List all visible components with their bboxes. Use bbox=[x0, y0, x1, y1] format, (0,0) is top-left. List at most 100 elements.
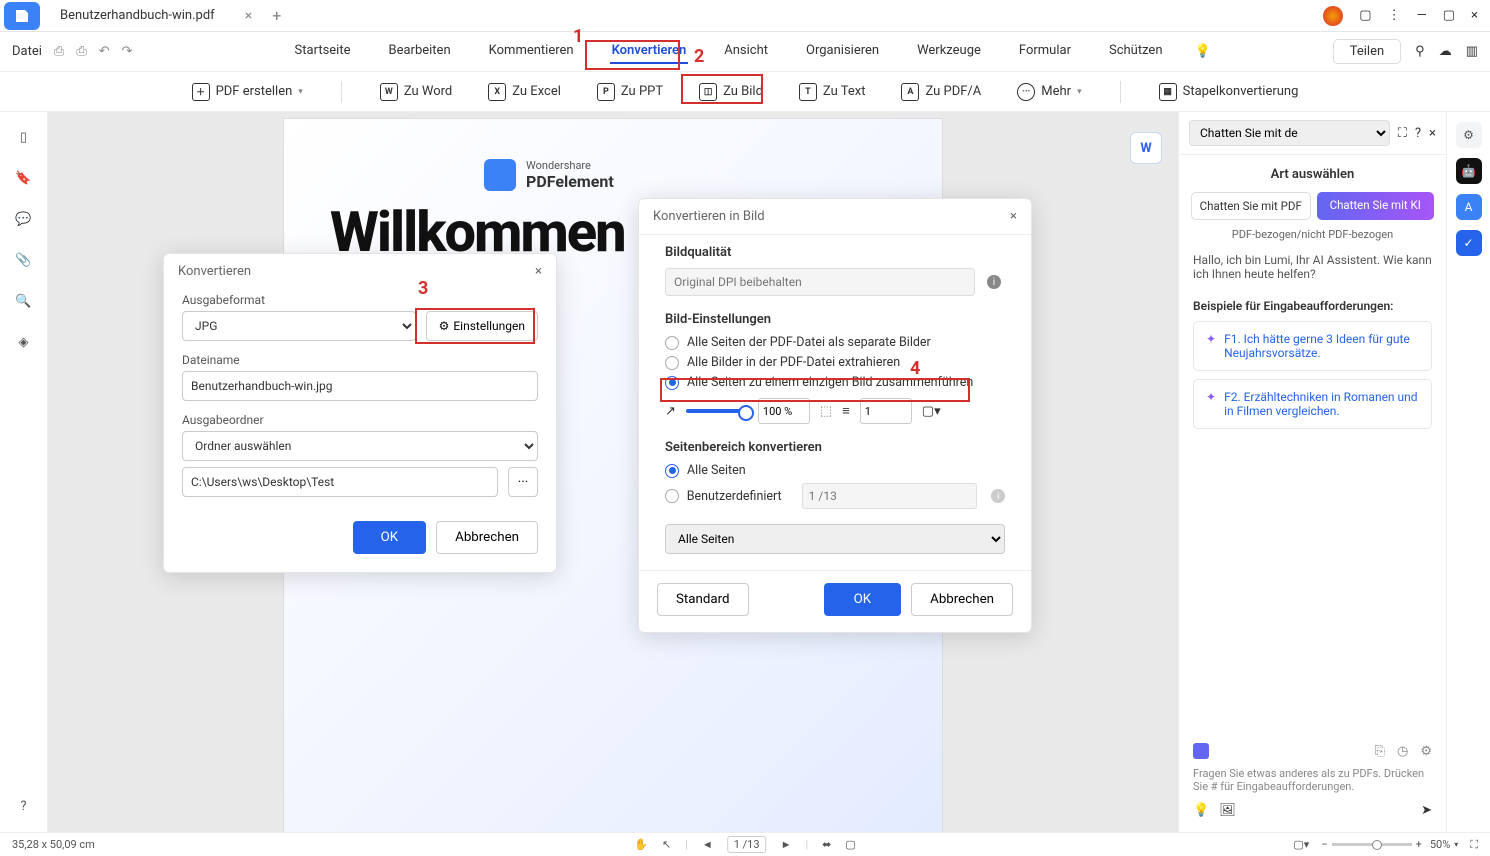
bulb-icon[interactable]: 💡 bbox=[1193, 803, 1209, 818]
layout-dropdown-icon[interactable]: ▢▾ bbox=[922, 404, 941, 419]
view-mode-icon[interactable]: ▢▾ bbox=[1293, 838, 1309, 851]
panel-toggle-icon[interactable]: ▥ bbox=[1466, 44, 1478, 59]
format-select[interactable]: JPG bbox=[182, 311, 416, 341]
zoom-slider[interactable] bbox=[686, 409, 748, 413]
example-prompt-1[interactable]: ✦F1. Ich hätte gerne 3 Ideen für gute Ne… bbox=[1193, 321, 1432, 371]
browse-folder-button[interactable]: ··· bbox=[508, 467, 538, 497]
tab-formular[interactable]: Formular bbox=[1017, 39, 1073, 64]
tab-schuetzen[interactable]: Schützen bbox=[1107, 39, 1165, 64]
settings-button[interactable]: ⚙Einstellungen bbox=[426, 311, 538, 341]
batch-convert-button[interactable]: ▦Stapelkonvertierung bbox=[1155, 81, 1303, 103]
dialog1-ok-button[interactable]: OK bbox=[353, 521, 427, 554]
close-dialog1-icon[interactable]: × bbox=[535, 264, 542, 279]
select-tool-icon[interactable]: ↖ bbox=[662, 838, 671, 851]
create-pdf-button[interactable]: ＋PDF erstellen▾ bbox=[188, 81, 307, 103]
dialog2-ok-button[interactable]: OK bbox=[824, 583, 902, 616]
radio-custom-range[interactable]: Benutzerdefiniert i bbox=[665, 483, 1005, 509]
history-icon[interactable]: ◷ bbox=[1397, 744, 1408, 759]
close-ai-icon[interactable]: × bbox=[1429, 126, 1436, 141]
tab-organisieren[interactable]: Organisieren bbox=[804, 39, 881, 64]
print-icon[interactable]: ⎙ bbox=[76, 44, 86, 59]
close-dialog2-icon[interactable]: × bbox=[1010, 209, 1017, 224]
ai-bot-icon[interactable]: 🤖 bbox=[1456, 158, 1482, 184]
ai-mode-select[interactable]: Chatten Sie mit de bbox=[1189, 120, 1390, 146]
zoom-value[interactable]: 50% bbox=[1430, 838, 1450, 851]
dialog1-cancel-button[interactable]: Abbrechen bbox=[436, 521, 538, 554]
tab-kommentieren[interactable]: Kommentieren bbox=[487, 39, 576, 64]
close-window-icon[interactable]: × bbox=[1471, 8, 1478, 23]
sliders-icon[interactable]: ⚙ bbox=[1456, 122, 1482, 148]
cols-spin[interactable] bbox=[860, 398, 912, 424]
help-ai-icon[interactable]: ? bbox=[1415, 126, 1421, 141]
lightbulb-icon[interactable]: 💡 bbox=[1195, 44, 1211, 59]
user-avatar[interactable] bbox=[1323, 6, 1343, 26]
range-select[interactable]: Alle Seiten bbox=[665, 524, 1005, 554]
copy-icon[interactable]: ⎘ bbox=[1375, 744, 1385, 759]
hand-tool-icon[interactable]: ✋ bbox=[634, 838, 648, 851]
to-pdfa-button[interactable]: AZu PDF/A bbox=[897, 81, 985, 103]
zoom-slider-sb[interactable] bbox=[1332, 843, 1412, 846]
expand-icon[interactable]: ⛶ bbox=[1398, 126, 1407, 141]
chat-ki-button[interactable]: Chatten Sie mit KI bbox=[1317, 192, 1435, 220]
tab-konvertieren[interactable]: Konvertieren bbox=[610, 39, 689, 64]
zoom-in-icon[interactable]: + bbox=[1416, 838, 1422, 851]
to-text-button[interactable]: TZu Text bbox=[795, 81, 870, 103]
tab-ansicht[interactable]: Ansicht bbox=[722, 39, 770, 64]
page-indicator[interactable]: 1 /13 bbox=[727, 836, 767, 853]
help-icon[interactable]: ? bbox=[20, 799, 26, 814]
minimize-icon[interactable]: — bbox=[1417, 8, 1427, 23]
kebab-menu-icon[interactable]: ⋮ bbox=[1388, 8, 1401, 23]
range-input[interactable] bbox=[802, 483, 978, 509]
to-image-button[interactable]: ◫Zu Bild bbox=[695, 81, 767, 103]
attachments-icon[interactable]: 📎 bbox=[15, 253, 31, 268]
share-button[interactable]: Teilen bbox=[1333, 39, 1401, 64]
chat-pdf-button[interactable]: Chatten Sie mit PDF bbox=[1191, 192, 1311, 220]
fit-page-icon[interactable]: ▢ bbox=[845, 838, 855, 851]
export-icon[interactable]: ↗ bbox=[665, 404, 676, 419]
radio-merge-image[interactable]: Alle Seiten zu einem einzigen Bild zusam… bbox=[665, 375, 1005, 390]
folder-path-input[interactable] bbox=[182, 467, 498, 497]
thumbnails-icon[interactable]: ▯ bbox=[20, 130, 27, 145]
search-icon[interactable]: 🔍 bbox=[15, 294, 31, 309]
next-page-icon[interactable]: ► bbox=[781, 838, 792, 851]
to-excel-button[interactable]: XZu Excel bbox=[484, 81, 565, 103]
window-layout-icon[interactable]: ▢ bbox=[1359, 8, 1371, 23]
translate-icon[interactable]: A bbox=[1456, 194, 1482, 220]
tab-bearbeiten[interactable]: Bearbeiten bbox=[386, 39, 452, 64]
columns-icon[interactable]: ≡ bbox=[842, 403, 850, 419]
dpi-select[interactable] bbox=[665, 268, 975, 296]
zoom-spin[interactable] bbox=[758, 398, 810, 424]
close-tab-icon[interactable]: × bbox=[245, 8, 252, 24]
save-icon[interactable]: ⎙ bbox=[54, 44, 64, 59]
comments-icon[interactable]: 💬 bbox=[15, 212, 31, 227]
radio-extract-images[interactable]: Alle Bilder in der PDF-Datei extrahieren bbox=[665, 355, 1005, 370]
folder-select[interactable]: Ordner auswählen bbox=[182, 431, 538, 461]
add-tab-icon[interactable]: + bbox=[272, 6, 281, 25]
tab-werkzeuge[interactable]: Werkzeuge bbox=[915, 39, 983, 64]
redo-icon[interactable]: ↷ bbox=[122, 44, 133, 59]
zoom-out-icon[interactable]: − bbox=[1321, 838, 1327, 851]
layers-icon[interactable]: ◈ bbox=[19, 335, 29, 350]
document-tab[interactable]: Benutzerhandbuch-win.pdf × bbox=[48, 0, 264, 32]
prev-page-icon[interactable]: ◄ bbox=[702, 838, 713, 851]
info-icon[interactable]: i bbox=[987, 275, 1001, 289]
maximize-icon[interactable]: ▢ bbox=[1443, 8, 1455, 23]
cloud-icon[interactable]: ☁ bbox=[1439, 44, 1452, 59]
radio-all-pages[interactable]: Alle Seiten bbox=[665, 463, 1005, 478]
dialog2-cancel-button[interactable]: Abbrechen bbox=[911, 583, 1013, 616]
more-button[interactable]: ···Mehr▾ bbox=[1013, 81, 1085, 103]
bookmarks-icon[interactable]: 🔖 bbox=[15, 171, 31, 186]
info-icon[interactable]: i bbox=[991, 489, 1005, 503]
filename-input[interactable] bbox=[182, 371, 538, 401]
fit-width-icon[interactable]: ⬌ bbox=[822, 838, 831, 851]
send-icon[interactable]: ➤ bbox=[1421, 803, 1432, 818]
fullscreen-icon[interactable]: ⛶ bbox=[1470, 838, 1478, 852]
image-upload-icon[interactable]: 🖼 bbox=[1219, 803, 1236, 818]
ai-floating-button[interactable]: W bbox=[1130, 132, 1162, 164]
example-prompt-2[interactable]: ✦F2. Erzähltechniken in Romanen und in F… bbox=[1193, 379, 1432, 429]
settings-ai-icon[interactable]: ⚙ bbox=[1420, 744, 1432, 759]
radio-separate-images[interactable]: Alle Seiten der PDF-Datei als separate B… bbox=[665, 335, 1005, 350]
undo-icon[interactable]: ↶ bbox=[99, 44, 110, 59]
to-word-button[interactable]: WZu Word bbox=[376, 81, 456, 103]
standard-button[interactable]: Standard bbox=[657, 583, 749, 616]
